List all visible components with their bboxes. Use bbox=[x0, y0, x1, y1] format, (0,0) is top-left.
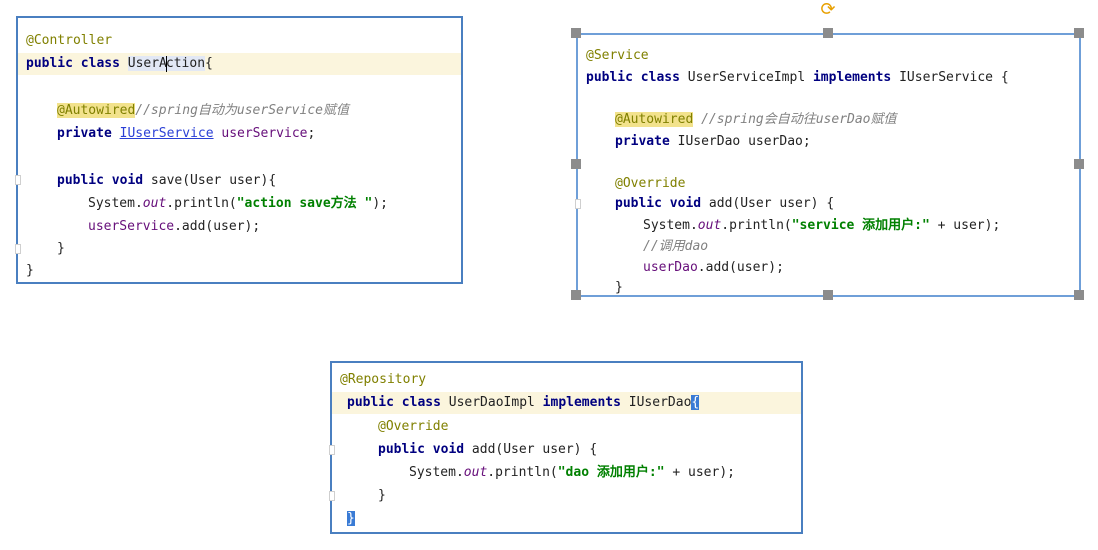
type-link[interactable]: IUserService bbox=[120, 126, 214, 141]
annotation-override: @Override bbox=[615, 176, 686, 191]
code-line: userService.add(user); bbox=[88, 219, 261, 234]
code-line: private IUserService userService; bbox=[57, 126, 316, 141]
resize-handle-middle-left[interactable] bbox=[571, 159, 581, 169]
resize-handle-top-left[interactable] bbox=[571, 28, 581, 38]
annotation-repository: @Repository bbox=[340, 372, 427, 387]
resize-handle-bottom-right[interactable] bbox=[1074, 290, 1084, 300]
code-line: public void save(User user){ bbox=[57, 173, 277, 188]
annotation-controller: @Controller bbox=[26, 33, 113, 48]
code-line: @Autowired//spring自动为userService赋值 bbox=[57, 100, 461, 122]
code-line: @Autowired //spring会自动往userDao赋值 bbox=[615, 109, 1079, 131]
fold-marker-icon[interactable] bbox=[575, 199, 581, 209]
code-line: @Service bbox=[586, 45, 1079, 67]
resize-handle-top-middle[interactable] bbox=[823, 28, 833, 38]
code-line: @Repository bbox=[340, 369, 801, 391]
code-line: @Override bbox=[378, 416, 801, 438]
brace-match-highlight: } bbox=[347, 511, 355, 526]
code-comment: //调用dao bbox=[643, 239, 709, 254]
keyword: public class bbox=[26, 56, 120, 71]
code-line: public class UserServiceImpl implements … bbox=[586, 70, 1009, 85]
resize-handle-top-right[interactable] bbox=[1074, 28, 1084, 38]
annotation-service: @Service bbox=[586, 48, 649, 63]
code-line: public void add(User user) { bbox=[615, 196, 835, 211]
code-line: System.out.println("action save方法 "); bbox=[88, 196, 388, 211]
code-line: @Override bbox=[615, 173, 1079, 195]
resize-handle-bottom-left[interactable] bbox=[571, 290, 581, 300]
class-name: UserAction bbox=[127, 55, 206, 72]
code-line: } bbox=[347, 508, 801, 530]
code-line: } bbox=[615, 280, 623, 295]
rotate-handle-icon[interactable]: ⟳ bbox=[818, 0, 838, 20]
fold-marker-icon[interactable] bbox=[15, 244, 21, 254]
service-code-panel[interactable]: @Service public class UserServiceImpl im… bbox=[575, 33, 1081, 297]
annotation-autowired: @Autowired bbox=[615, 112, 694, 127]
fold-marker-icon[interactable] bbox=[329, 491, 335, 501]
fold-marker-icon[interactable] bbox=[329, 445, 335, 455]
code-line: System.out.println("service 添加用户:" + use… bbox=[643, 218, 1001, 233]
code-line: @Controller bbox=[26, 30, 461, 52]
code-line: } bbox=[57, 241, 65, 256]
annotation-autowired: @Autowired bbox=[57, 103, 136, 118]
code-line: System.out.println("dao 添加用户:" + user); bbox=[409, 465, 735, 480]
controller-code-panel[interactable]: @Controller public class UserAction{ @Au… bbox=[15, 16, 463, 284]
code-line: } bbox=[26, 263, 34, 278]
code-line: userDao.add(user); bbox=[643, 260, 784, 275]
brace-match-highlight: { bbox=[691, 395, 700, 410]
code-comment: //spring会自动往userDao赋值 bbox=[701, 112, 897, 127]
resize-handle-bottom-middle[interactable] bbox=[823, 290, 833, 300]
code-line: public class UserAction{ bbox=[18, 53, 461, 75]
fold-marker-icon[interactable] bbox=[15, 175, 21, 185]
resize-handle-middle-right[interactable] bbox=[1074, 159, 1084, 169]
code-line: //调用dao bbox=[643, 236, 1079, 258]
code-comment: //spring自动为userService赋值 bbox=[135, 103, 349, 118]
code-line: public void add(User user) { bbox=[378, 442, 598, 457]
repository-code-panel[interactable]: @Repository public class UserDaoImpl imp… bbox=[329, 361, 803, 534]
code-line: } bbox=[378, 488, 386, 503]
code-line: private IUserDao userDao; bbox=[615, 134, 811, 149]
annotation-override: @Override bbox=[378, 419, 449, 434]
code-line: public class UserDaoImpl implements IUse… bbox=[332, 392, 801, 414]
